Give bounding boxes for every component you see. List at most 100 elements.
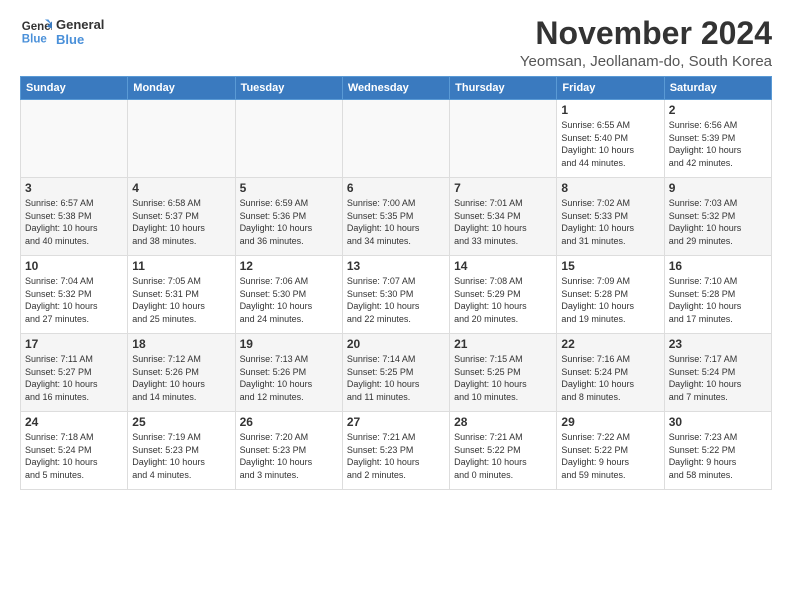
day-number: 30 bbox=[669, 415, 767, 429]
day-number: 13 bbox=[347, 259, 445, 273]
day-number: 10 bbox=[25, 259, 123, 273]
calendar-cell: 14 Sunrise: 7:08 AM Sunset: 5:29 PM Dayli… bbox=[450, 256, 557, 334]
day-info: Sunrise: 6:59 AM Sunset: 5:36 PM Dayligh… bbox=[240, 197, 338, 247]
day-info: Sunrise: 7:06 AM Sunset: 5:30 PM Dayligh… bbox=[240, 275, 338, 325]
day-info: Sunrise: 6:58 AM Sunset: 5:37 PM Dayligh… bbox=[132, 197, 230, 247]
header-thursday: Thursday bbox=[450, 77, 557, 100]
logo: General Blue General Blue bbox=[20, 16, 104, 48]
calendar-cell: 12 Sunrise: 7:06 AM Sunset: 5:30 PM Dayli… bbox=[235, 256, 342, 334]
day-number: 7 bbox=[454, 181, 552, 195]
day-number: 18 bbox=[132, 337, 230, 351]
calendar-cell bbox=[235, 100, 342, 178]
calendar-cell: 17 Sunrise: 7:11 AM Sunset: 5:27 PM Dayli… bbox=[21, 334, 128, 412]
calendar-cell: 11 Sunrise: 7:05 AM Sunset: 5:31 PM Dayli… bbox=[128, 256, 235, 334]
day-number: 4 bbox=[132, 181, 230, 195]
calendar-cell: 16 Sunrise: 7:10 AM Sunset: 5:28 PM Dayli… bbox=[664, 256, 771, 334]
day-info: Sunrise: 7:12 AM Sunset: 5:26 PM Dayligh… bbox=[132, 353, 230, 403]
day-info: Sunrise: 7:11 AM Sunset: 5:27 PM Dayligh… bbox=[25, 353, 123, 403]
title-area: November 2024 Yeomsan, Jeollanam-do, Sou… bbox=[520, 16, 772, 70]
day-info: Sunrise: 7:10 AM Sunset: 5:28 PM Dayligh… bbox=[669, 275, 767, 325]
day-number: 8 bbox=[561, 181, 659, 195]
calendar-cell: 29 Sunrise: 7:22 AM Sunset: 5:22 PM Dayli… bbox=[557, 412, 664, 490]
day-number: 29 bbox=[561, 415, 659, 429]
calendar-cell bbox=[342, 100, 449, 178]
calendar-cell: 7 Sunrise: 7:01 AM Sunset: 5:34 PM Daylig… bbox=[450, 178, 557, 256]
day-number: 21 bbox=[454, 337, 552, 351]
day-info: Sunrise: 7:08 AM Sunset: 5:29 PM Dayligh… bbox=[454, 275, 552, 325]
header-monday: Monday bbox=[128, 77, 235, 100]
month-title: November 2024 bbox=[520, 16, 772, 51]
day-info: Sunrise: 7:22 AM Sunset: 5:22 PM Dayligh… bbox=[561, 431, 659, 481]
week-row-3: 10Sunrise: 7:04 AM Sunset: 5:32 PM Dayli… bbox=[21, 256, 772, 334]
calendar-cell: 22 Sunrise: 7:16 AM Sunset: 5:24 PM Dayli… bbox=[557, 334, 664, 412]
day-number: 22 bbox=[561, 337, 659, 351]
day-info: Sunrise: 7:07 AM Sunset: 5:30 PM Dayligh… bbox=[347, 275, 445, 325]
day-number: 28 bbox=[454, 415, 552, 429]
calendar-cell: 23 Sunrise: 7:17 AM Sunset: 5:24 PM Dayli… bbox=[664, 334, 771, 412]
day-number: 9 bbox=[669, 181, 767, 195]
day-info: Sunrise: 7:21 AM Sunset: 5:23 PM Dayligh… bbox=[347, 431, 445, 481]
svg-text:Blue: Blue bbox=[22, 34, 48, 46]
day-info: Sunrise: 7:23 AM Sunset: 5:22 PM Dayligh… bbox=[669, 431, 767, 481]
calendar-cell: 10Sunrise: 7:04 AM Sunset: 5:32 PM Dayli… bbox=[21, 256, 128, 334]
week-row-4: 17 Sunrise: 7:11 AM Sunset: 5:27 PM Dayli… bbox=[21, 334, 772, 412]
calendar-cell: 21Sunrise: 7:15 AM Sunset: 5:25 PM Dayli… bbox=[450, 334, 557, 412]
day-number: 17 bbox=[25, 337, 123, 351]
day-info: Sunrise: 7:05 AM Sunset: 5:31 PM Dayligh… bbox=[132, 275, 230, 325]
day-info: Sunrise: 7:00 AM Sunset: 5:35 PM Dayligh… bbox=[347, 197, 445, 247]
calendar-cell: 25 Sunrise: 7:19 AM Sunset: 5:23 PM Dayli… bbox=[128, 412, 235, 490]
day-info: Sunrise: 7:13 AM Sunset: 5:26 PM Dayligh… bbox=[240, 353, 338, 403]
header-tuesday: Tuesday bbox=[235, 77, 342, 100]
day-number: 15 bbox=[561, 259, 659, 273]
day-number: 26 bbox=[240, 415, 338, 429]
calendar-cell: 1 Sunrise: 6:55 AM Sunset: 5:40 PM Daylig… bbox=[557, 100, 664, 178]
day-number: 25 bbox=[132, 415, 230, 429]
day-number: 3 bbox=[25, 181, 123, 195]
day-info: Sunrise: 7:18 AM Sunset: 5:24 PM Dayligh… bbox=[25, 431, 123, 481]
calendar-cell bbox=[21, 100, 128, 178]
calendar-cell bbox=[450, 100, 557, 178]
calendar-cell: 28 Sunrise: 7:21 AM Sunset: 5:22 PM Dayli… bbox=[450, 412, 557, 490]
calendar-cell: 3 Sunrise: 6:57 AM Sunset: 5:38 PM Daylig… bbox=[21, 178, 128, 256]
day-info: Sunrise: 7:16 AM Sunset: 5:24 PM Dayligh… bbox=[561, 353, 659, 403]
calendar-cell: 24 Sunrise: 7:18 AM Sunset: 5:24 PM Dayli… bbox=[21, 412, 128, 490]
day-number: 12 bbox=[240, 259, 338, 273]
day-info: Sunrise: 6:56 AM Sunset: 5:39 PM Dayligh… bbox=[669, 119, 767, 169]
day-info: Sunrise: 7:09 AM Sunset: 5:28 PM Dayligh… bbox=[561, 275, 659, 325]
week-row-2: 3 Sunrise: 6:57 AM Sunset: 5:38 PM Daylig… bbox=[21, 178, 772, 256]
day-number: 20 bbox=[347, 337, 445, 351]
calendar-cell: 20 Sunrise: 7:14 AM Sunset: 5:25 PM Dayli… bbox=[342, 334, 449, 412]
calendar-cell: 6 Sunrise: 7:00 AM Sunset: 5:35 PM Daylig… bbox=[342, 178, 449, 256]
day-info: Sunrise: 6:55 AM Sunset: 5:40 PM Dayligh… bbox=[561, 119, 659, 169]
day-number: 1 bbox=[561, 103, 659, 117]
day-info: Sunrise: 6:57 AM Sunset: 5:38 PM Dayligh… bbox=[25, 197, 123, 247]
day-info: Sunrise: 7:21 AM Sunset: 5:22 PM Dayligh… bbox=[454, 431, 552, 481]
day-number: 14 bbox=[454, 259, 552, 273]
day-number: 5 bbox=[240, 181, 338, 195]
day-number: 23 bbox=[669, 337, 767, 351]
day-number: 19 bbox=[240, 337, 338, 351]
day-info: Sunrise: 7:14 AM Sunset: 5:25 PM Dayligh… bbox=[347, 353, 445, 403]
day-number: 11 bbox=[132, 259, 230, 273]
day-info: Sunrise: 7:02 AM Sunset: 5:33 PM Dayligh… bbox=[561, 197, 659, 247]
logo-general: General bbox=[56, 17, 104, 32]
day-info: Sunrise: 7:17 AM Sunset: 5:24 PM Dayligh… bbox=[669, 353, 767, 403]
header-sunday: Sunday bbox=[21, 77, 128, 100]
header-friday: Friday bbox=[557, 77, 664, 100]
day-info: Sunrise: 7:01 AM Sunset: 5:34 PM Dayligh… bbox=[454, 197, 552, 247]
day-number: 24 bbox=[25, 415, 123, 429]
day-info: Sunrise: 7:19 AM Sunset: 5:23 PM Dayligh… bbox=[132, 431, 230, 481]
day-number: 16 bbox=[669, 259, 767, 273]
location-title: Yeomsan, Jeollanam-do, South Korea bbox=[520, 53, 772, 70]
calendar-cell: 19 Sunrise: 7:13 AM Sunset: 5:26 PM Dayli… bbox=[235, 334, 342, 412]
calendar-cell bbox=[128, 100, 235, 178]
week-row-1: 1 Sunrise: 6:55 AM Sunset: 5:40 PM Daylig… bbox=[21, 100, 772, 178]
calendar-cell: 8 Sunrise: 7:02 AM Sunset: 5:33 PM Daylig… bbox=[557, 178, 664, 256]
calendar-cell: 30 Sunrise: 7:23 AM Sunset: 5:22 PM Dayli… bbox=[664, 412, 771, 490]
calendar-cell: 27Sunrise: 7:21 AM Sunset: 5:23 PM Dayli… bbox=[342, 412, 449, 490]
page: General Blue General Blue November 2024 … bbox=[0, 0, 792, 500]
calendar-cell: 13 Sunrise: 7:07 AM Sunset: 5:30 PM Dayli… bbox=[342, 256, 449, 334]
calendar-cell: 26Sunrise: 7:20 AM Sunset: 5:23 PM Dayli… bbox=[235, 412, 342, 490]
svg-text:General: General bbox=[22, 21, 52, 33]
day-number: 6 bbox=[347, 181, 445, 195]
